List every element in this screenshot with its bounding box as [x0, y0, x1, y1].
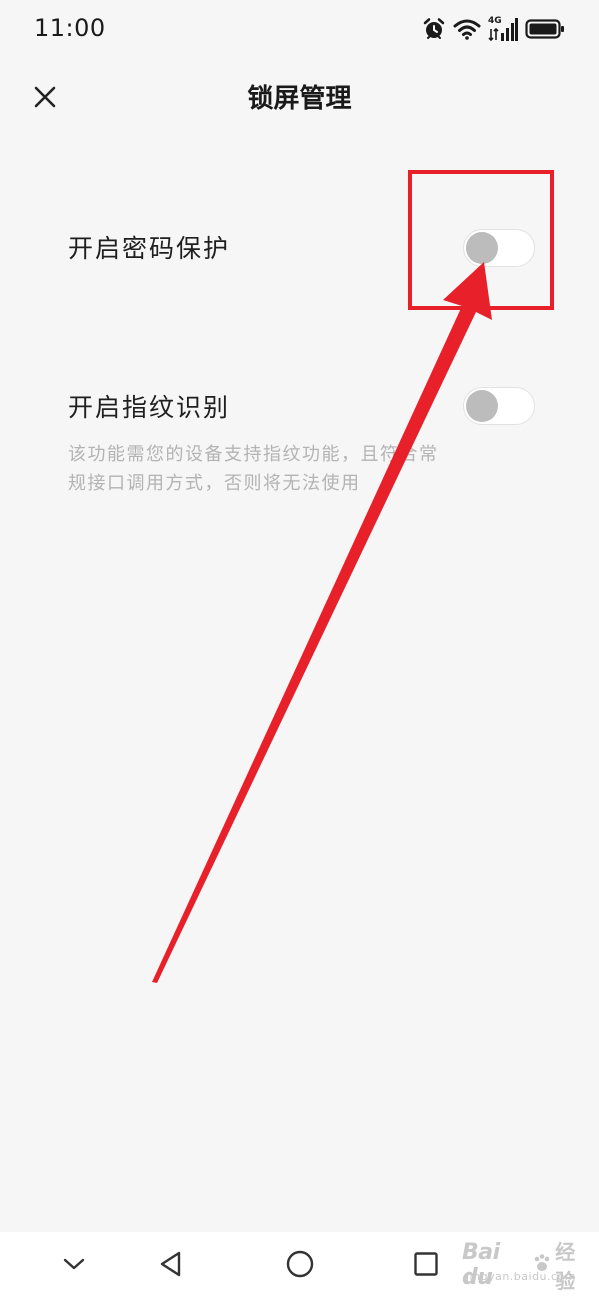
- nav-back-button[interactable]: [151, 1246, 191, 1286]
- page-title: 锁屏管理: [247, 84, 352, 114]
- close-button[interactable]: [24, 78, 66, 120]
- battery-icon: [525, 18, 565, 40]
- back-triangle-icon: [158, 1250, 184, 1282]
- chevron-down-icon: [62, 1256, 86, 1276]
- nav-recents-button[interactable]: [406, 1246, 446, 1286]
- fingerprint-toggle[interactable]: [463, 387, 535, 425]
- nav-home-button[interactable]: [280, 1246, 320, 1286]
- header: 锁屏管理: [0, 64, 599, 134]
- recents-square-icon: [413, 1251, 439, 1281]
- navigation-bar: [0, 1232, 599, 1297]
- wifi-icon: [453, 18, 481, 40]
- annotation-arrow: [152, 262, 492, 983]
- password-protection-toggle[interactable]: [463, 229, 535, 267]
- close-icon: [33, 85, 57, 113]
- status-time: 11:00: [34, 14, 106, 42]
- status-bar: 11:00 4G: [0, 0, 599, 56]
- status-icons: 4G: [422, 14, 565, 44]
- toggle-knob: [466, 232, 498, 264]
- setting-description-fingerprint: 该功能需您的设备支持指纹功能，且符合常规接口调用方式，否则将无法使用: [68, 444, 439, 494]
- nav-collapse-button[interactable]: [54, 1246, 94, 1286]
- home-circle-icon: [285, 1249, 315, 1283]
- alarm-icon: [422, 17, 446, 41]
- toggle-knob: [466, 390, 498, 422]
- signal-icon: 4G: [488, 16, 518, 42]
